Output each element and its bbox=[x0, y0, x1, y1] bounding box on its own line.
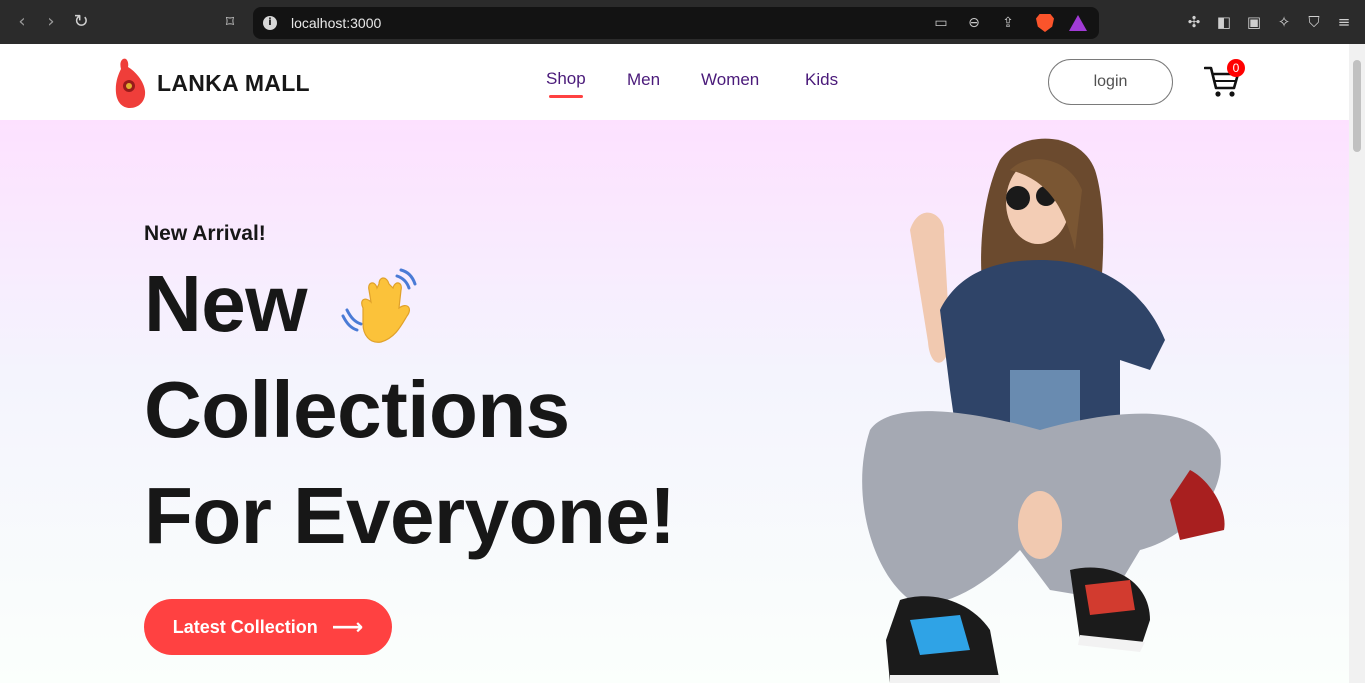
latest-collection-button[interactable]: Latest Collection ⟶ bbox=[144, 599, 392, 655]
cart-count-badge: 0 bbox=[1227, 59, 1245, 77]
site-info-icon[interactable]: i bbox=[263, 16, 277, 30]
waving-hand-icon bbox=[341, 268, 417, 343]
forward-icon[interactable]: › bbox=[40, 11, 62, 33]
page-scrollbar[interactable] bbox=[1349, 44, 1365, 683]
zoom-icon[interactable]: ⊖ bbox=[965, 14, 983, 32]
address-bar[interactable]: i localhost:3000 ▭ ⊖ ⇪ bbox=[253, 7, 1099, 39]
brand-name[interactable]: LANKA MALL bbox=[157, 70, 310, 97]
site-navbar: LANKA MALL Shop Men Women Kids login 0 bbox=[0, 44, 1349, 120]
hero-heading-line-3: For Everyone! bbox=[144, 471, 676, 560]
hero-heading-line-1: New bbox=[144, 259, 308, 348]
bookmark-icon[interactable]: ⌑ bbox=[221, 12, 239, 32]
hero-label: New Arrival! bbox=[144, 222, 266, 245]
nav-item-shop[interactable]: Shop bbox=[546, 69, 586, 89]
scrollbar-thumb[interactable] bbox=[1353, 60, 1361, 152]
latest-collection-label: Latest Collection bbox=[172, 616, 318, 637]
menu-icon[interactable]: ≡ bbox=[1334, 12, 1354, 32]
nav-item-kids[interactable]: Kids bbox=[805, 70, 838, 90]
cast-icon[interactable]: ▭ bbox=[932, 14, 950, 32]
hero-model-image bbox=[862, 138, 1225, 683]
active-nav-underline bbox=[549, 95, 583, 98]
page-viewport: LANKA MALL Shop Men Women Kids login 0 N… bbox=[0, 44, 1349, 683]
nav-item-women[interactable]: Women bbox=[701, 70, 759, 90]
browser-toolbar: ‹ › ↻ ⌑ i localhost:3000 ▭ ⊖ ⇪ ✣ ◧ ▣ ✧ ⛉… bbox=[0, 0, 1365, 44]
wallet-icon[interactable]: ▣ bbox=[1244, 12, 1264, 32]
leo-ai-icon[interactable]: ✧ bbox=[1274, 12, 1294, 32]
nav-item-men[interactable]: Men bbox=[627, 70, 660, 90]
url-text: localhost:3000 bbox=[291, 15, 382, 31]
hero-heading-line-2: Collections bbox=[144, 365, 570, 454]
hero-section: New Arrival! New Collections For Everyon… bbox=[0, 120, 1349, 683]
vpn-icon[interactable]: ⛉ bbox=[1304, 12, 1324, 32]
sidebar-icon[interactable]: ◧ bbox=[1214, 12, 1234, 32]
reload-icon[interactable]: ↻ bbox=[70, 11, 92, 33]
back-icon[interactable]: ‹ bbox=[11, 11, 33, 33]
extensions-icon[interactable]: ✣ bbox=[1184, 12, 1204, 32]
sri-lanka-logo-icon[interactable] bbox=[113, 57, 147, 109]
arrow-right-icon: ⟶ bbox=[331, 614, 364, 640]
brave-shields-icon[interactable] bbox=[1036, 14, 1054, 32]
login-button[interactable]: login bbox=[1048, 59, 1173, 105]
brave-rewards-icon[interactable] bbox=[1069, 15, 1087, 31]
share-icon[interactable]: ⇪ bbox=[999, 14, 1017, 32]
